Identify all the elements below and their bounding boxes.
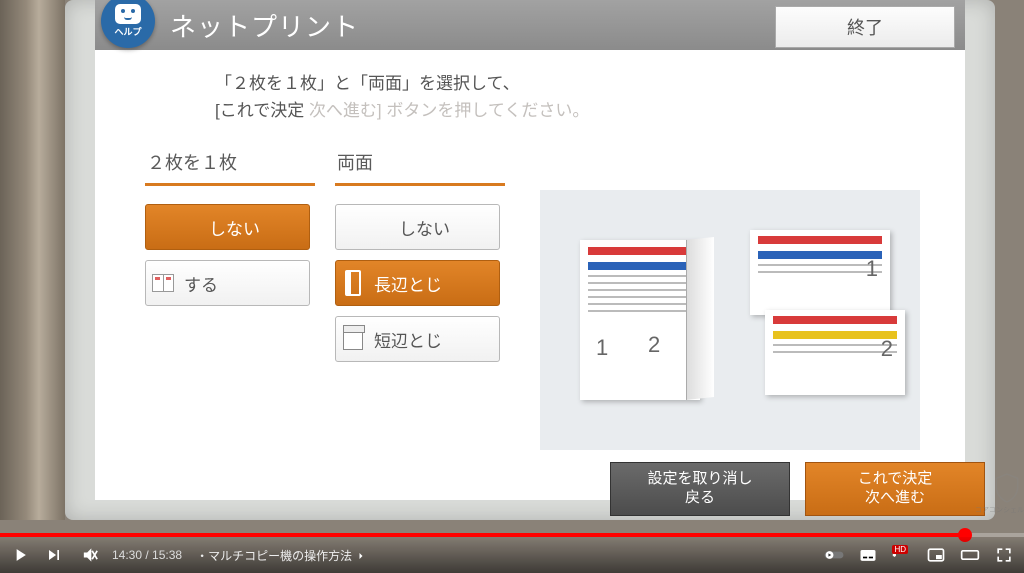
preview-card2-num: 2 — [881, 336, 893, 362]
preview-num-2: 2 — [648, 332, 660, 358]
preview-panel: 1 2 1 2 — [540, 190, 920, 450]
header-bar: ヘルプ ネットプリント 終了 — [95, 0, 965, 50]
page-fold-icon — [686, 237, 714, 400]
duplex-long-label: 長辺とじ — [370, 271, 499, 296]
kiosk-bezel-left — [0, 0, 65, 520]
miniplayer-button[interactable] — [926, 545, 946, 565]
settings-button[interactable]: HD — [892, 545, 912, 565]
hd-badge: HD — [892, 545, 908, 554]
fullscreen-button[interactable] — [994, 545, 1014, 565]
short-edge-icon — [336, 328, 370, 350]
two-in-one-on-button[interactable]: する — [145, 260, 310, 306]
next-button[interactable] — [44, 545, 64, 565]
preview-card-1: 1 — [750, 230, 890, 315]
help-button[interactable]: ヘルプ — [101, 0, 155, 48]
heading-two-in-one: ２枚を１枚 — [145, 145, 315, 186]
heading-duplex: 両面 — [335, 145, 505, 186]
two-in-one-on-label: する — [180, 271, 309, 296]
long-edge-icon — [336, 270, 370, 296]
confirm-line2: 次へ進む — [865, 489, 925, 508]
duplex-off-label: しない — [370, 215, 499, 240]
help-label: ヘルプ — [114, 25, 141, 38]
mute-button[interactable] — [78, 545, 98, 565]
preview-num-1: 1 — [596, 335, 608, 361]
preview-card1-num: 1 — [866, 256, 878, 282]
duplex-short-label: 短辺とじ — [370, 327, 499, 352]
duplex-long-edge-button[interactable]: 長辺とじ — [335, 260, 500, 306]
instruction-text: 「２枚を１枚」と「両面」を選択して、 [これで決定 次へ進む] ボタンを押してく… — [215, 70, 589, 124]
confirm-next-button[interactable]: これで決定 次へ進む — [805, 462, 985, 516]
two-in-one-off-label: しない — [180, 215, 309, 240]
play-button[interactable] — [10, 545, 30, 565]
instruction-line1: 「２枚を１枚」と「両面」を選択して、 — [215, 70, 589, 97]
two-pages-icon — [146, 274, 180, 292]
cancel-back-button[interactable]: 設定を取り消し 戻る — [610, 462, 790, 516]
youtube-chapter[interactable]: ・マルチコピー機の操作方法 — [196, 547, 367, 564]
chevron-right-icon — [355, 550, 367, 562]
youtube-control-bar: 14:30 / 15:38 ・マルチコピー機の操作方法 HD — [0, 537, 1024, 573]
theater-mode-button[interactable] — [960, 545, 980, 565]
confirm-line1: これで決定 — [858, 470, 933, 489]
autoplay-toggle[interactable] — [824, 545, 844, 565]
preview-booklet: 1 2 — [580, 240, 700, 400]
youtube-time: 14:30 / 15:38 — [112, 548, 182, 562]
watermark-text: コアコンシェル — [975, 505, 1024, 515]
duplex-short-edge-button[interactable]: 短辺とじ — [335, 316, 500, 362]
page-title: ネットプリント — [170, 7, 359, 44]
preview-card-2: 2 — [765, 310, 905, 395]
subtitles-button[interactable] — [858, 545, 878, 565]
instruction-line2: [これで決定 次へ進む] ボタンを押してください。 — [215, 97, 589, 124]
two-in-one-off-button[interactable]: しない — [145, 204, 310, 250]
section-duplex: 両面 しない 長辺とじ 短辺とじ — [335, 145, 505, 372]
section-two-in-one: ２枚を１枚 しない する — [145, 145, 315, 316]
exit-button[interactable]: 終了 — [775, 6, 955, 48]
watermark-shield-icon — [994, 473, 1020, 503]
cancel-line2: 戻る — [685, 489, 715, 508]
kiosk-screen: ヘルプ ネットプリント 終了 「２枚を１枚」と「両面」を選択して、 [これで決定… — [95, 0, 965, 500]
duplex-off-button[interactable]: しない — [335, 204, 500, 250]
help-face-icon — [115, 4, 141, 24]
cancel-line1: 設定を取り消し — [647, 470, 752, 489]
